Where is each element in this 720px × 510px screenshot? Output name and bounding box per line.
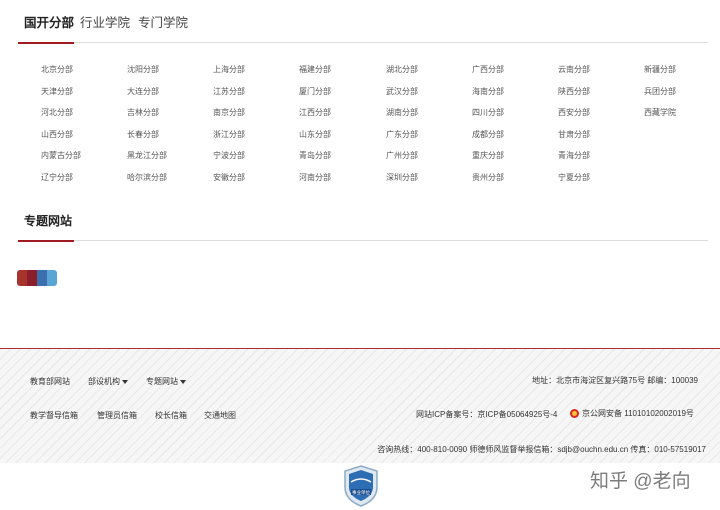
branch-link[interactable]: 西藏学院 [644,107,676,118]
branch-link[interactable]: 福建分部 [299,64,331,75]
branch-link[interactable]: 新疆分部 [644,64,676,75]
section-underline [18,240,74,242]
branch-link[interactable]: 重庆分部 [472,150,504,161]
branch-link[interactable]: 江西分部 [299,107,331,118]
branch-link[interactable]: 哈尔滨分部 [127,172,167,183]
government-badge-icon[interactable]: 事业单位 [343,465,379,507]
footer-police-record-text: 京公网安备 11010102002019号 [582,409,694,418]
zhihu-watermark: 知乎 @老向 [590,471,691,492]
branch-link[interactable]: 天津分部 [41,86,73,97]
branch-link[interactable]: 内蒙古分部 [41,150,81,161]
badge-label: 事业单位 [352,489,370,496]
branch-link[interactable]: 江苏分部 [213,86,245,97]
branch-link[interactable]: 广东分部 [386,129,418,140]
branch-link[interactable]: 贵州分部 [472,172,504,183]
branch-link[interactable]: 宁夏分部 [558,172,590,183]
branch-link[interactable]: 广州分部 [386,150,418,161]
logo-stripe [47,270,57,286]
branch-link[interactable]: 湖北分部 [386,64,418,75]
footer-link-supervision-mailbox[interactable]: 教学督导信箱 [30,410,78,421]
footer-icp-number: 网站ICP备案号：京ICP备05064925号-4 [416,410,558,419]
branch-link[interactable]: 河南分部 [299,172,331,183]
footer-link-admin-mailbox[interactable]: 管理员信箱 [97,410,137,421]
footer-link-moe[interactable]: 教育部网站 [30,376,70,387]
logo-stripe [37,270,47,286]
chevron-down-icon [122,379,128,384]
tab-special-colleges[interactable]: 专门学院 [138,12,188,31]
branch-link[interactable]: 上海分部 [213,64,245,75]
branch-link[interactable]: 广西分部 [472,64,504,75]
branch-link[interactable]: 甘肃分部 [558,129,590,140]
branch-link[interactable]: 河北分部 [41,107,73,118]
branch-link[interactable]: 吉林分部 [127,107,159,118]
footer-link-traffic-map[interactable]: 交通地图 [204,410,236,421]
footer-link-president-mailbox[interactable]: 校长信箱 [155,410,187,421]
site-footer: 教育部网站 部设机构 专题网站 地址：北京市海淀区复兴路75号 邮编：10003… [0,348,720,463]
branch-link[interactable]: 黑龙江分部 [127,150,167,161]
branch-link[interactable]: 山西分部 [41,129,73,140]
special-sites-title: 专题网站 [24,214,73,228]
police-emblem-icon [570,409,579,419]
branch-link[interactable]: 长春分部 [127,129,159,140]
branch-link[interactable]: 西安分部 [558,107,590,118]
special-site-logo-link[interactable] [17,270,57,286]
active-tab-indicator [18,42,74,44]
footer-contact-line: 咨询热线：400-810-0090 师德师风监督举报信箱：sdjb@ouchn.… [377,445,706,454]
branch-link[interactable]: 成都分部 [472,129,504,140]
footer-dropdown-special-sites-label: 专题网站 [146,377,178,386]
footer-dropdown-departments-label: 部设机构 [88,377,120,386]
branch-link[interactable]: 四川分部 [472,107,504,118]
tab-industry-colleges[interactable]: 行业学院 [80,12,130,31]
branch-link[interactable]: 浙江分部 [213,129,245,140]
logo-stripe [27,270,37,286]
tab-guokai-branches[interactable]: 国开分部 [24,12,74,31]
branch-link[interactable]: 云南分部 [558,64,590,75]
branch-link[interactable]: 青海分部 [558,150,590,161]
branch-link[interactable]: 沈阳分部 [127,64,159,75]
branch-link[interactable]: 北京分部 [41,64,73,75]
footer-dropdown-special-sites[interactable]: 专题网站 [146,376,186,387]
branch-link[interactable]: 宁波分部 [213,150,245,161]
footer-address: 地址：北京市海淀区复兴路75号 邮编：100039 [532,376,698,385]
logo-stripe [17,270,27,286]
branch-link[interactable]: 青岛分部 [299,150,331,161]
branch-link[interactable]: 陕西分部 [558,86,590,97]
branch-link[interactable]: 辽宁分部 [41,172,73,183]
chevron-down-icon [180,379,186,384]
branch-link[interactable]: 安徽分部 [213,172,245,183]
branch-link[interactable]: 海南分部 [472,86,504,97]
footer-police-record: 京公网安备 11010102002019号 [570,408,694,419]
branch-link[interactable]: 厦门分部 [299,86,331,97]
footer-dropdown-departments[interactable]: 部设机构 [88,376,128,387]
branch-link[interactable]: 南京分部 [213,107,245,118]
branch-link[interactable]: 深圳分部 [386,172,418,183]
branch-tab-bar: 国开分部 行业学院 专门学院 [18,8,708,44]
special-sites-header: 专题网站 [18,206,708,242]
branch-link[interactable]: 湖南分部 [386,107,418,118]
branch-link[interactable]: 兵团分部 [644,86,676,97]
branch-link[interactable]: 山东分部 [299,129,331,140]
branch-link[interactable]: 大连分部 [127,86,159,97]
branch-link[interactable]: 武汉分部 [386,86,418,97]
